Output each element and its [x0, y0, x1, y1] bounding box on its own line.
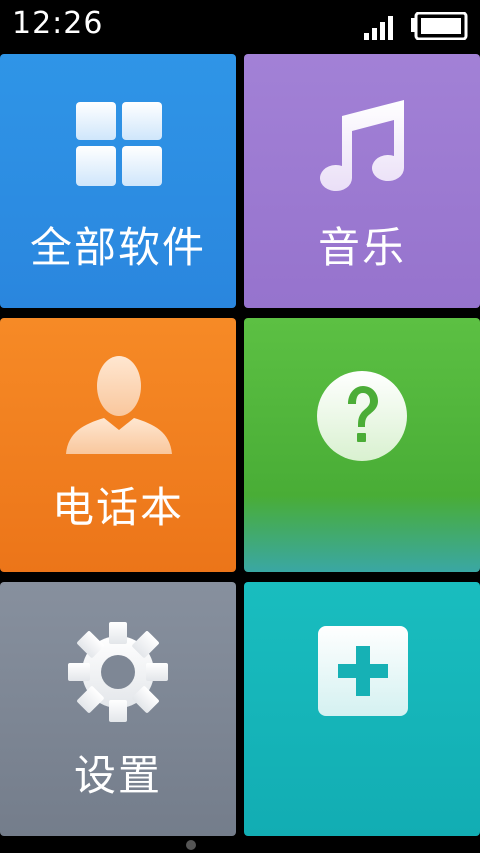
home-screen: 12:26 全部软件 音乐 电话本 设置	[0, 0, 480, 853]
music-note-icon	[320, 100, 405, 192]
tile-help[interactable]	[244, 318, 480, 572]
bottom-bar	[0, 838, 480, 853]
battery-icon	[411, 12, 468, 40]
tile-all-apps[interactable]: 全部软件	[0, 54, 236, 308]
tile-contacts[interactable]: 电话本	[0, 318, 236, 572]
tile-add[interactable]	[244, 582, 480, 836]
help-question-icon	[317, 371, 407, 461]
gear-icon	[68, 622, 168, 722]
add-plus-icon	[318, 626, 408, 716]
tile-settings[interactable]: 设置	[0, 582, 236, 836]
signal-strength-icon	[364, 16, 393, 40]
tile-all-apps-label: 全部软件	[29, 223, 206, 272]
tile-music[interactable]: 音乐	[244, 54, 480, 308]
grid-icon	[76, 102, 162, 186]
tile-music-label: 音乐	[317, 223, 406, 272]
page-indicator-dot[interactable]	[186, 840, 196, 850]
person-icon	[66, 356, 172, 454]
tile-settings-label: 设置	[73, 751, 162, 800]
status-bar: 12:26	[0, 0, 480, 52]
tile-contacts-label: 电话本	[51, 483, 184, 532]
status-time: 12:26	[12, 6, 104, 41]
